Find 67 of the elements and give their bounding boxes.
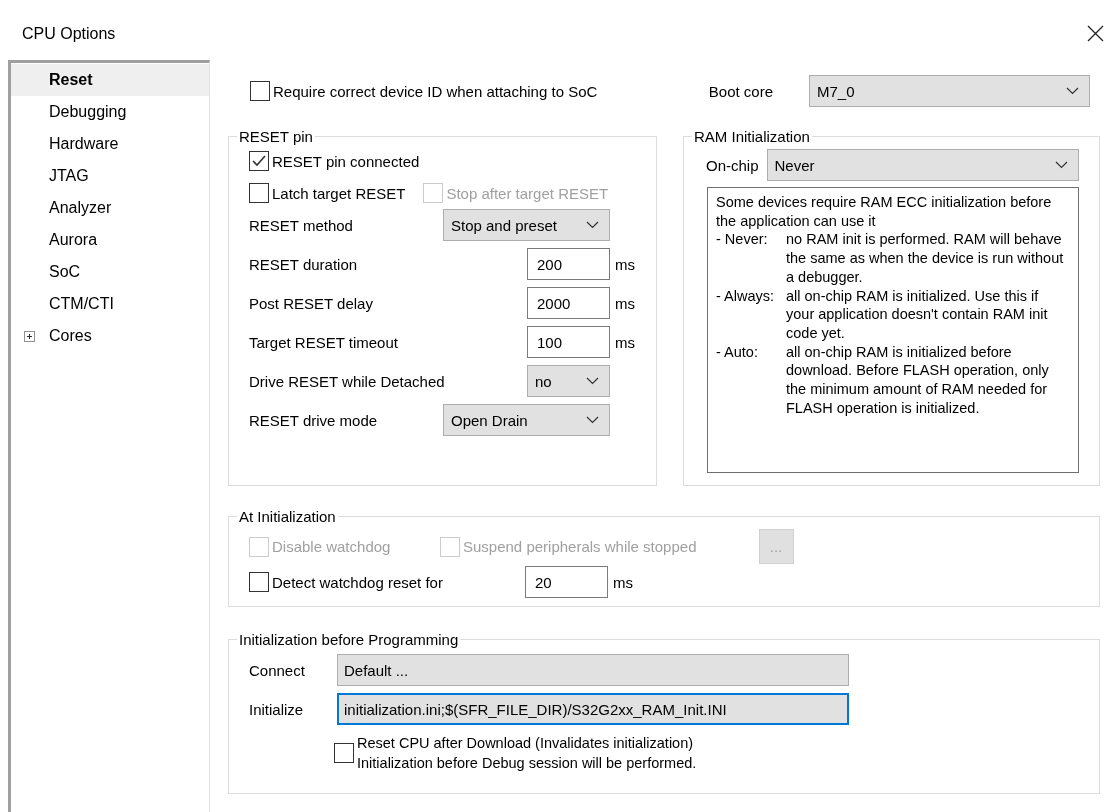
dropdown[interactable]: Stop and preset <box>443 209 610 241</box>
number-field[interactable]: 20 <box>525 566 608 598</box>
checkbox-label: Stop after target RESET <box>446 184 609 202</box>
sidebar-item[interactable]: Aurora <box>11 224 209 256</box>
sidebar-item[interactable]: Debugging <box>11 96 209 128</box>
field-label: RESET method <box>249 216 354 234</box>
field-label: Target RESET timeout <box>249 333 399 351</box>
field-label: RESET drive mode <box>249 411 379 429</box>
checkbox-label: Latch target RESET <box>272 184 406 202</box>
checkbox[interactable] <box>334 743 354 763</box>
expand-icon[interactable] <box>24 330 35 342</box>
option-term: - Always: <box>716 286 775 306</box>
unit-label: ms <box>612 573 634 591</box>
checkbox-label: Require correct device ID when attaching to SoC <box>273 82 598 100</box>
checkbox-label: Detect watchdog reset for <box>272 573 443 591</box>
close-icon[interactable] <box>1087 24 1104 42</box>
checkbox-label: Reset CPU after Download (Invalidates initialization) <box>357 734 695 753</box>
field-label: Drive RESET while Detached <box>249 372 443 390</box>
option-term: - Auto: <box>716 342 759 362</box>
checkbox-label: Initialization before Debug session will be performed. <box>357 754 697 773</box>
group-title: Initialization before Programming <box>238 631 460 648</box>
unit-label: ms <box>614 333 636 351</box>
dropdown[interactable]: Open Drain <box>443 404 610 436</box>
chevron-icon <box>1066 87 1079 95</box>
field-label: On-chip <box>706 156 759 174</box>
group-title: RAM Initialization <box>693 128 811 145</box>
path-field[interactable]: Default ... <box>337 654 849 686</box>
number-field[interactable]: 2000 <box>527 287 610 319</box>
sidebar-item[interactable]: CTM/CTI <box>11 288 209 320</box>
field-label: RESET duration <box>249 255 359 273</box>
tree-item[interactable]: Cores <box>11 320 209 352</box>
group-title: At Initialization <box>238 508 337 525</box>
sidebar-item[interactable]: Analyzer <box>11 192 209 224</box>
window-title: CPU Options <box>22 25 116 43</box>
tree-item-label: Cores <box>49 327 92 345</box>
checkbox[interactable] <box>250 81 270 101</box>
field-label: Initialize <box>249 700 305 718</box>
chevron-icon <box>586 416 599 424</box>
unit-label: ms <box>614 294 636 312</box>
option-description: all on-chip RAM is initialized. Use this if your application doesn't contain RAM init code yet. <box>786 286 1049 343</box>
chevron-icon <box>1055 161 1068 169</box>
checkbox[interactable] <box>249 572 269 592</box>
checkbox-label: Suspend peripherals while stopped <box>463 538 697 555</box>
sidebar-item[interactable]: Hardware <box>11 128 209 160</box>
checkbox[interactable] <box>249 151 269 171</box>
field-label: Connect <box>249 661 306 679</box>
unit-label: ms <box>614 255 636 273</box>
checkbox-label: RESET pin connected <box>272 152 420 170</box>
checkbox[interactable] <box>249 183 269 203</box>
field-label: Post RESET delay <box>249 294 374 312</box>
chevron-icon <box>586 377 599 385</box>
field-label: Boot core <box>708 82 773 100</box>
path-field[interactable]: initialization.ini;$(SFR_FILE_DIR)/S32G2xx_RAM_Init.INI <box>337 693 849 725</box>
number-field[interactable]: 200 <box>527 248 610 280</box>
dropdown[interactable]: Never <box>766 149 1079 181</box>
option-description: no RAM init is performed. RAM will behave the same as when the device is run without a debugger. <box>786 230 1065 287</box>
dropdown[interactable]: no <box>527 365 610 397</box>
option-term: - Never: <box>716 230 769 250</box>
sidebar-item[interactable]: JTAG <box>11 160 209 192</box>
sidebar-item[interactable]: SoC <box>11 256 209 288</box>
option-description: all on-chip RAM is initialized before download. Before FLASH operation, only the minimum amount of RAM needed for FLASH operation is initialized. <box>786 342 1050 418</box>
dropdown[interactable]: M7_0 <box>809 75 1090 107</box>
group-title: RESET pin <box>238 128 314 145</box>
sidebar-item[interactable]: Reset <box>11 64 209 96</box>
number-field[interactable]: 100 <box>527 326 610 358</box>
chevron-icon <box>586 221 599 229</box>
checkbox-label: Disable watchdog <box>272 538 391 555</box>
